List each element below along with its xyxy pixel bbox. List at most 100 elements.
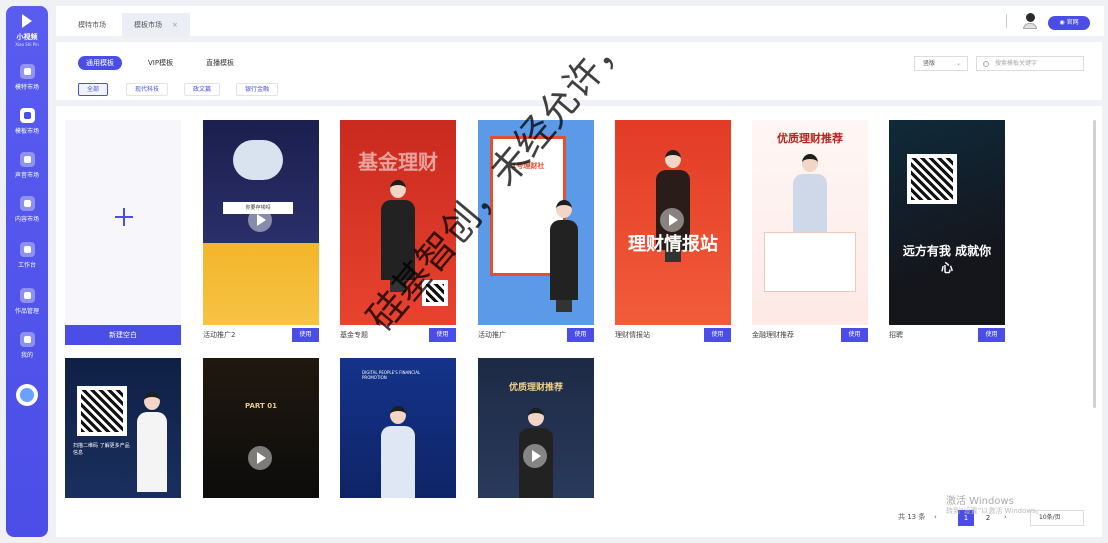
brand-sub: Xiao Shi Pin bbox=[15, 42, 39, 47]
eye-icon: ◉ bbox=[1059, 19, 1067, 26]
use-button[interactable]: 使用 bbox=[978, 328, 1005, 342]
template-card[interactable]: 远方有我 成就你心 招聘 使用 bbox=[889, 120, 1005, 345]
cover-text: DIGITAL PEOPLE'S FINANCIAL PROMOTION bbox=[362, 370, 421, 380]
template-card[interactable]: 基金理财 基金专题 使用 bbox=[340, 120, 456, 345]
tab-vip-templates[interactable]: VIP模板 bbox=[148, 56, 173, 70]
card-label: 活动推广 bbox=[478, 331, 506, 339]
sidebar-item-works[interactable]: 作品管理 bbox=[6, 288, 48, 315]
search-icon bbox=[983, 61, 989, 67]
play-icon[interactable] bbox=[523, 444, 547, 468]
template-card[interactable]: 你要存钱吗 活动推广2 使用 bbox=[203, 120, 319, 345]
cover-text: 基金理财 bbox=[358, 150, 438, 174]
use-button[interactable]: 使用 bbox=[567, 328, 594, 342]
workbench-icon bbox=[19, 242, 35, 257]
tab-model-market[interactable]: 模特市场 bbox=[66, 13, 118, 37]
cover-text: 优质理财推荐 bbox=[777, 132, 843, 145]
template-card[interactable]: 优质理财推荐 bbox=[478, 358, 594, 498]
category-politics[interactable]: 政文篇 bbox=[184, 83, 221, 96]
brand-name: 小视频 bbox=[16, 33, 38, 41]
user-avatar-icon[interactable] bbox=[1023, 13, 1037, 29]
card-label: 基金专题 bbox=[340, 331, 368, 339]
search-input[interactable]: 搜索模板关键字 bbox=[976, 56, 1084, 71]
presenter-figure bbox=[550, 200, 578, 312]
tab-live-templates[interactable]: 直播模板 bbox=[206, 56, 234, 70]
divider bbox=[1006, 14, 1007, 28]
user-icon bbox=[19, 332, 35, 347]
sidebar-item-mine[interactable]: 我的 bbox=[6, 332, 48, 359]
sidebar-item-label: 声音市场 bbox=[14, 172, 39, 179]
presenter-figure bbox=[381, 406, 415, 498]
person-icon bbox=[19, 64, 35, 79]
tab-label: 模板市场 bbox=[134, 21, 162, 29]
template-card[interactable]: 扫描二维码 了解更多产品信息 bbox=[65, 358, 181, 498]
orientation-select[interactable]: 竖版 ⌄ bbox=[914, 56, 968, 71]
official-site-button[interactable]: ◉ 官网 bbox=[1048, 16, 1090, 30]
card-label: 招聘 bbox=[889, 331, 903, 339]
tab-label: 模特市场 bbox=[78, 21, 106, 29]
os-activation-hint: 转到“设置”以激活 Windows。 bbox=[946, 507, 1043, 515]
sidebar: 小视频 Xiao Shi Pin 模特市场 模板市场 声音市场 内容市场 工作台… bbox=[6, 6, 48, 537]
sidebar-item-workbench[interactable]: 工作台 bbox=[6, 242, 48, 269]
play-icon[interactable] bbox=[248, 446, 272, 470]
category-bank-finance[interactable]: 银行金融 bbox=[236, 83, 279, 96]
total-count: 共 13 条 bbox=[898, 513, 926, 521]
new-blank-card[interactable]: 新建空白 bbox=[65, 120, 181, 345]
product-info-box bbox=[764, 232, 856, 292]
official-site-label: 官网 bbox=[1066, 19, 1079, 26]
prev-page-button[interactable]: ‹ bbox=[934, 510, 937, 524]
cover-text: 优质理财推荐 bbox=[508, 383, 563, 393]
avatar[interactable] bbox=[16, 384, 38, 406]
os-activation-notice: 激活 Windows bbox=[946, 496, 1014, 507]
content-icon bbox=[19, 196, 35, 211]
logo-icon bbox=[22, 14, 32, 28]
qr-code bbox=[422, 280, 448, 306]
template-card[interactable]: 理财情报站 理财情报站 使用 bbox=[615, 120, 731, 345]
sidebar-item-template-market[interactable]: 模板市场 bbox=[6, 108, 48, 135]
category-tech[interactable]: 现代科技 bbox=[126, 83, 169, 96]
sidebar-item-voice-market[interactable]: 声音市场 bbox=[6, 152, 48, 179]
use-button[interactable]: 使用 bbox=[429, 328, 456, 342]
orientation-value: 竖版 bbox=[923, 60, 936, 67]
play-icon[interactable] bbox=[248, 208, 272, 232]
qr-code bbox=[77, 386, 127, 436]
presenter-figure bbox=[381, 180, 415, 292]
sidebar-item-content-market[interactable]: 内容市场 bbox=[6, 196, 48, 223]
sidebar-item-label: 内容市场 bbox=[14, 216, 39, 223]
cover-text: 远方有我 成就你心 bbox=[902, 244, 992, 275]
use-button[interactable]: 使用 bbox=[704, 328, 731, 342]
use-button[interactable]: 使用 bbox=[841, 328, 868, 342]
search-placeholder: 搜索模板关键字 bbox=[995, 60, 1038, 67]
template-card[interactable]: 优质理财推荐 金融理财推荐 使用 bbox=[752, 120, 868, 345]
card-label: 活动推广2 bbox=[203, 331, 236, 339]
chevron-down-icon: ⌄ bbox=[955, 60, 961, 67]
card-label: 金融理财推荐 bbox=[752, 331, 794, 339]
top-bar: 模特市场 模板市场 × ◉ 官网 bbox=[56, 6, 1104, 37]
category-all[interactable]: 全部 bbox=[78, 83, 109, 96]
cover-text: 1号理财社 bbox=[511, 162, 545, 170]
voice-icon bbox=[19, 152, 35, 167]
card-label: 理财情报站 bbox=[615, 331, 650, 339]
close-icon[interactable]: × bbox=[172, 21, 178, 29]
plus-icon bbox=[115, 208, 133, 226]
sidebar-item-label: 工作台 bbox=[17, 262, 36, 269]
play-icon[interactable] bbox=[660, 208, 684, 232]
works-icon bbox=[19, 288, 35, 303]
template-card[interactable]: PART 01 bbox=[203, 358, 319, 498]
use-button[interactable]: 使用 bbox=[292, 328, 319, 342]
scrollbar[interactable] bbox=[1093, 120, 1096, 408]
presenter-figure bbox=[137, 392, 167, 498]
sidebar-item-label: 模特市场 bbox=[14, 84, 39, 91]
template-card[interactable]: 1号理财社 活动推广 使用 bbox=[478, 120, 594, 345]
tab-general-templates[interactable]: 通用模板 bbox=[78, 56, 122, 70]
cover-text: 扫描二维码 了解更多产品信息 bbox=[73, 443, 130, 456]
sidebar-item-model-market[interactable]: 模特市场 bbox=[6, 64, 48, 91]
brand-logo[interactable]: 小视频 Xiao Shi Pin bbox=[6, 14, 48, 47]
sidebar-item-label: 作品管理 bbox=[14, 308, 39, 315]
sidebar-item-label: 模板市场 bbox=[14, 128, 39, 135]
rocket-illustration bbox=[233, 140, 283, 180]
template-card[interactable]: DIGITAL PEOPLE'S FINANCIAL PROMOTION bbox=[340, 358, 456, 498]
new-blank-label: 新建空白 bbox=[65, 325, 181, 345]
cover-text: PART 01 bbox=[245, 402, 277, 410]
cover-text: 理财情报站 bbox=[628, 234, 718, 255]
tab-template-market[interactable]: 模板市场 × bbox=[122, 13, 190, 37]
